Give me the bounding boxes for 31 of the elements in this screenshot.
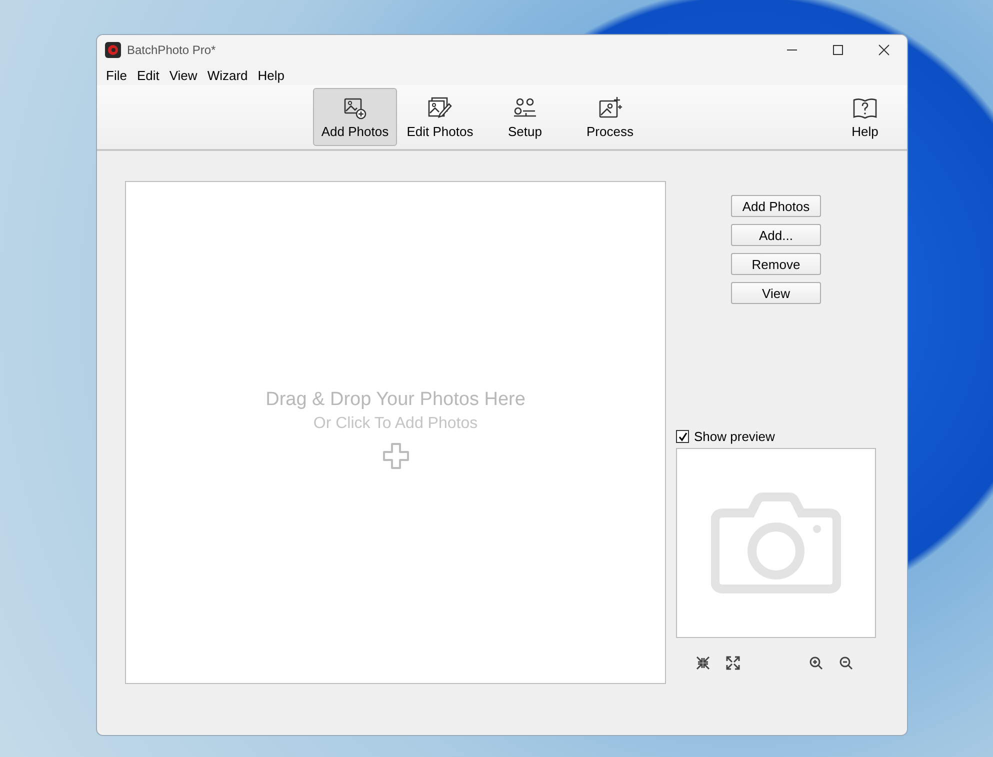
sliders-icon [512,96,538,120]
drop-zone-subtitle: Or Click To Add Photos [313,414,478,432]
menu-item[interactable]: Edit [132,68,164,82]
camera-icon [711,491,841,595]
toolbar-button[interactable]: Edit Photos [398,88,482,146]
plus-icon [380,440,410,470]
expand-icon[interactable] [726,656,740,670]
side-button[interactable]: Add Photos [731,195,821,217]
drop-zone-title: Drag & Drop Your Photos Here [266,388,526,410]
checkmark-icon [678,432,688,442]
window-title: BatchPhoto Pro* [127,43,216,57]
zoom-out-icon[interactable] [839,656,853,670]
add-photo-icon [342,96,368,120]
edit-photo-icon [427,96,453,120]
side-button[interactable]: View [731,282,821,304]
menu-item[interactable]: Wizard [202,68,253,82]
help-book-icon [852,96,878,120]
side-button[interactable]: Remove [731,253,821,275]
app-logo-icon [105,42,121,58]
show-preview-checkbox[interactable]: Show preview [676,429,775,444]
side-button[interactable]: Add... [731,224,821,246]
toolbar-button[interactable]: Help [823,88,907,146]
menu-item[interactable]: View [164,68,202,82]
shrink-icon[interactable] [696,656,710,670]
menu-item[interactable]: File [101,68,132,82]
menu-item[interactable]: Help [252,68,290,82]
zoom-in-icon[interactable] [809,656,823,670]
sparkle-photo-icon [597,96,623,120]
toolbar-button[interactable]: Add Photos [313,88,397,146]
toolbar-button[interactable]: Process [568,88,652,146]
toolbar-button[interactable]: Setup [483,88,567,146]
